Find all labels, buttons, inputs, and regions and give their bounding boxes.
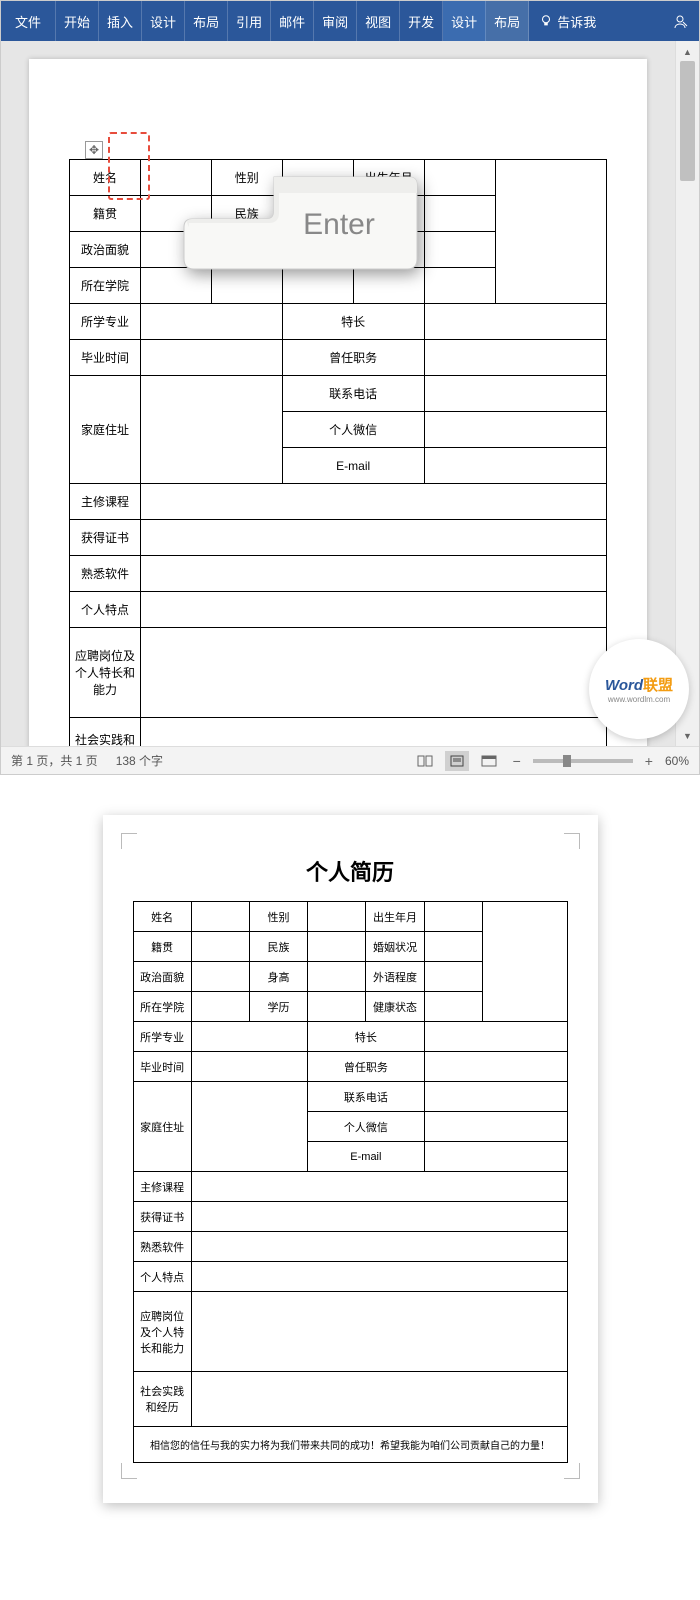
cell-place-label[interactable]: 籍贯 [70,196,141,232]
cell-major-label[interactable]: 所学专业 [70,304,141,340]
cell-college-label[interactable]: 所在学院 [70,268,141,304]
highlight-dashed-box [108,132,150,200]
cell-email-label[interactable]: E-mail [282,448,424,484]
watermark-brand: Word联盟 [605,674,673,695]
ribbon: 文件 开始 插入 设计 布局 引用 邮件 审阅 视图 开发 设计 布局 告诉我 [1,1,699,41]
ribbon-file-tab[interactable]: 文件 [1,1,56,41]
vertical-scrollbar[interactable]: ▲ ▼ [675,41,699,746]
svg-text:Enter: Enter [303,208,375,241]
enter-key-illustration: Enter [179,169,419,319]
preview-page: 个人简历 姓名 性别 出生年月 籍贯民族婚姻状况 政治面貌身高外语程度 所在学院… [103,815,598,1503]
crop-mark-tr [564,833,580,849]
zoom-percent[interactable]: 60% [665,754,689,768]
ribbon-tab-mailings[interactable]: 邮件 [271,1,314,41]
cell-traits-label[interactable]: 个人特点 [70,592,141,628]
preview-container: 个人简历 姓名 性别 出生年月 籍贯民族婚姻状况 政治面貌身高外语程度 所在学院… [0,775,700,1543]
view-web-layout[interactable] [477,751,501,771]
ribbon-share[interactable] [665,12,699,30]
cell-gradtime-label[interactable]: 毕业时间 [70,340,141,376]
cell-phone-label[interactable]: 联系电话 [282,376,424,412]
ribbon-tab-developer[interactable]: 开发 [400,1,443,41]
cell-political-label[interactable]: 政治面貌 [70,232,141,268]
ribbon-tab-review[interactable]: 审阅 [314,1,357,41]
ribbon-tab-table-layout[interactable]: 布局 [486,1,529,41]
status-wordcount[interactable]: 138 个字 [116,752,163,769]
ribbon-tab-view[interactable]: 视图 [357,1,400,41]
share-icon [673,12,691,30]
status-bar: 第 1 页，共 1 页 138 个字 − + 60% [1,746,699,774]
cell-photo[interactable] [495,160,606,304]
word-app-window: 文件 开始 插入 设计 布局 引用 邮件 审阅 视图 开发 设计 布局 告诉我 … [0,0,700,775]
view-print-layout[interactable] [445,751,469,771]
preview-title: 个人简历 [133,855,568,887]
table-move-handle[interactable]: ✥ [85,141,103,159]
zoom-in-button[interactable]: + [641,753,657,769]
cell-software-label[interactable]: 熟悉软件 [70,556,141,592]
zoom-slider-thumb[interactable] [563,755,571,767]
view-read-mode[interactable] [413,751,437,771]
cell-cert-label[interactable]: 获得证书 [70,520,141,556]
tell-me-box[interactable]: 告诉我 [529,12,606,31]
crop-mark-br [564,1463,580,1479]
preview-footer-text: 相信您的信任与我的实力将为我们带来共同的成功！希望我能为咱们公司贡献自己的力量！ [133,1427,567,1463]
cell-position-label[interactable]: 曾任职务 [282,340,424,376]
zoom-slider[interactable] [533,759,633,763]
crop-mark-tl [121,833,137,849]
cell-birth-value[interactable] [424,160,495,196]
status-page[interactable]: 第 1 页，共 1 页 [11,752,98,769]
cell-courses-label[interactable]: 主修课程 [70,484,141,520]
ribbon-tab-references[interactable]: 引用 [228,1,271,41]
cell-apply-label[interactable]: 应聘岗位及个人特长和能力 [70,628,141,718]
document-page[interactable]: ✥ 姓名 性别 出生年月 籍贯 民族 况 政治面貌 [29,59,647,746]
ribbon-tab-design[interactable]: 设计 [142,1,185,41]
ribbon-tab-insert[interactable]: 插入 [99,1,142,41]
watermark-badge: Word联盟 www.wordlm.com [589,639,689,739]
scroll-thumb[interactable] [680,61,695,181]
ribbon-tab-layout[interactable]: 布局 [185,1,228,41]
cell-address-label[interactable]: 家庭住址 [70,376,141,484]
preview-resume-table: 姓名 性别 出生年月 籍贯民族婚姻状况 政治面貌身高外语程度 所在学院学历健康状… [133,901,568,1463]
scroll-down-arrow[interactable]: ▼ [680,728,695,743]
tell-me-label: 告诉我 [557,12,596,31]
ribbon-tab-table-design[interactable]: 设计 [443,1,486,41]
watermark-url: www.wordlm.com [608,695,670,704]
cell-wechat-label[interactable]: 个人微信 [282,412,424,448]
cell-experience-label[interactable]: 社会实践和经历 [70,718,141,747]
document-canvas[interactable]: ✥ 姓名 性别 出生年月 籍贯 民族 况 政治面貌 [1,41,675,746]
scroll-up-arrow[interactable]: ▲ [680,44,695,59]
zoom-out-button[interactable]: − [509,753,525,769]
ribbon-tab-home[interactable]: 开始 [56,1,99,41]
crop-mark-bl [121,1463,137,1479]
lightbulb-icon [539,14,553,28]
